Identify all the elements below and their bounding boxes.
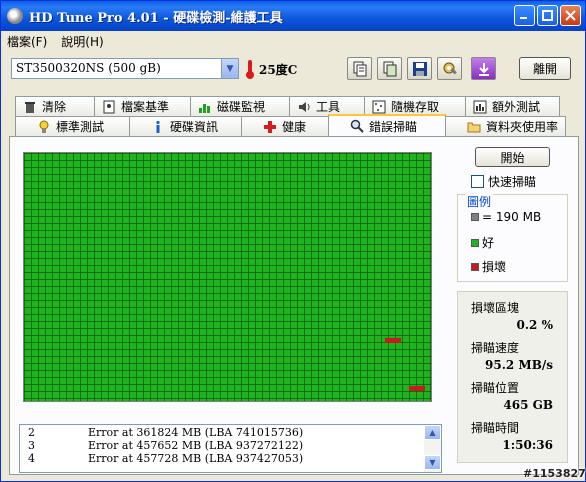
tab-extra-tests[interactable]: 額外測試	[465, 96, 560, 116]
tab-row-1: 清除 檔案基準 磁碟監視 工具 隨機存取 額外測試	[15, 96, 560, 116]
close-button[interactable]	[560, 5, 581, 26]
scroll-down-icon[interactable]: ▼	[424, 455, 441, 470]
scan-position-label: 掃瞄位置	[471, 381, 520, 395]
options-button[interactable]	[437, 57, 462, 80]
log-scrollbar[interactable]: ▲ ▼	[424, 425, 441, 472]
extra-tests-icon	[472, 99, 488, 115]
info-icon	[150, 119, 166, 135]
scroll-up-icon[interactable]: ▲	[424, 425, 441, 440]
good-swatch	[471, 238, 479, 247]
legend-title: 圖例	[465, 193, 494, 210]
trash-icon	[22, 99, 38, 115]
tab-folder-usage[interactable]: 資料夾使用率	[445, 116, 566, 136]
temperature-readout: 25度C	[259, 63, 298, 77]
window-title: HD Tune Pro 4.01 - 硬碟檢測-維護工具	[29, 10, 283, 26]
scan-time-value: 1:50:36	[502, 438, 553, 452]
save-icon	[412, 61, 427, 76]
chevron-down-icon[interactable]: ▼	[221, 59, 238, 78]
list-item: 3 Error at 457652 MB (LBA 937272122)	[28, 439, 304, 452]
bad-block	[385, 338, 401, 343]
minimize-icon	[520, 17, 527, 19]
tab-error-scan[interactable]: 錯誤掃瞄	[328, 114, 446, 136]
maximize-button[interactable]	[537, 5, 558, 26]
start-button[interactable]: 開始	[475, 147, 550, 167]
bad-swatch	[471, 262, 479, 271]
save-button[interactable]	[407, 57, 432, 80]
folder-icon	[466, 119, 482, 135]
drive-select-value: ST3500320NS (500 gB)	[16, 61, 161, 75]
copy-screenshot-icon	[383, 61, 396, 76]
speaker-icon	[296, 99, 312, 115]
menu-bar: 檔案(F) 說明(H)	[1, 31, 585, 51]
list-item: 2 Error at 361824 MB (LBA 741015736)	[28, 426, 304, 439]
minimize-button[interactable]	[514, 5, 535, 26]
legend-bad: 損壞	[471, 258, 506, 275]
maximize-icon	[542, 10, 553, 21]
drive-select[interactable]: ST3500320NS (500 gB) ▼	[11, 58, 239, 79]
menu-help[interactable]: 說明(H)	[61, 33, 103, 50]
tab-benchmark[interactable]: 標準測試	[15, 116, 130, 136]
tab-erase[interactable]: 清除	[15, 96, 95, 116]
quick-scan-option[interactable]: 快速掃瞄	[471, 173, 536, 190]
error-log-list[interactable]: 2 Error at 361824 MB (LBA 741015736) 3 E…	[19, 424, 442, 473]
toolbar: ST3500320NS (500 gB) ▼ 25度C 離開	[1, 51, 585, 87]
file-benchmark-icon	[101, 99, 117, 115]
list-item: 4 Error at 457728 MB (LBA 937427053)	[28, 452, 304, 465]
copy-screenshot-button[interactable]	[377, 57, 402, 80]
tab-tools[interactable]: 工具	[289, 96, 365, 116]
scan-speed-value: 95.2 MB/s	[485, 358, 553, 372]
damaged-blocks-value: 0.2 %	[516, 318, 553, 332]
tab-info[interactable]: 硬碟資訊	[129, 116, 242, 136]
bulb-icon	[36, 119, 52, 135]
scan-time-label: 掃瞄時間	[471, 421, 520, 435]
tab-disk-monitor[interactable]: 磁碟監視	[190, 96, 290, 116]
magnifier-icon	[349, 118, 365, 134]
thermometer-icon	[245, 60, 255, 79]
tab-random-access[interactable]: 隨機存取	[364, 96, 466, 116]
copy-text-button[interactable]	[347, 57, 372, 80]
title-bar: HD Tune Pro 4.01 - 硬碟檢測-維護工具	[1, 1, 585, 31]
damaged-blocks-label: 損壞區塊	[471, 301, 520, 315]
random-access-icon	[371, 99, 387, 115]
block-swatch	[471, 213, 479, 221]
scan-block-grid	[23, 152, 432, 402]
app-window: HD Tune Pro 4.01 - 硬碟檢測-維護工具 檔案(F) 說明(H)…	[0, 0, 586, 482]
quick-scan-label: 快速掃瞄	[488, 175, 537, 189]
legend-block-size: = 190 MB	[471, 210, 541, 224]
tab-row-2: 標準測試 硬碟資訊 健康 錯誤掃瞄 資料夾使用率	[15, 114, 566, 136]
scan-speed-label: 掃瞄速度	[471, 341, 520, 355]
scan-position-value: 465 GB	[503, 398, 553, 412]
menu-file[interactable]: 檔案(F)	[7, 33, 47, 50]
tab-file-benchmark[interactable]: 檔案基準	[94, 96, 191, 116]
app-disk-icon	[7, 8, 23, 24]
quick-scan-checkbox[interactable]	[471, 175, 484, 188]
options-icon	[443, 62, 457, 75]
health-cross-icon	[262, 119, 278, 135]
disk-monitor-icon	[197, 99, 213, 115]
copy-text-icon	[353, 61, 366, 76]
download-button[interactable]	[471, 57, 496, 80]
watermark: #1153827	[523, 467, 586, 480]
download-icon	[478, 62, 489, 76]
scroll-track[interactable]	[424, 440, 441, 455]
bad-block	[409, 386, 425, 391]
close-icon	[565, 10, 576, 21]
legend-good: 好	[471, 234, 494, 251]
tab-health[interactable]: 健康	[241, 116, 329, 136]
exit-button[interactable]: 離開	[519, 57, 571, 80]
